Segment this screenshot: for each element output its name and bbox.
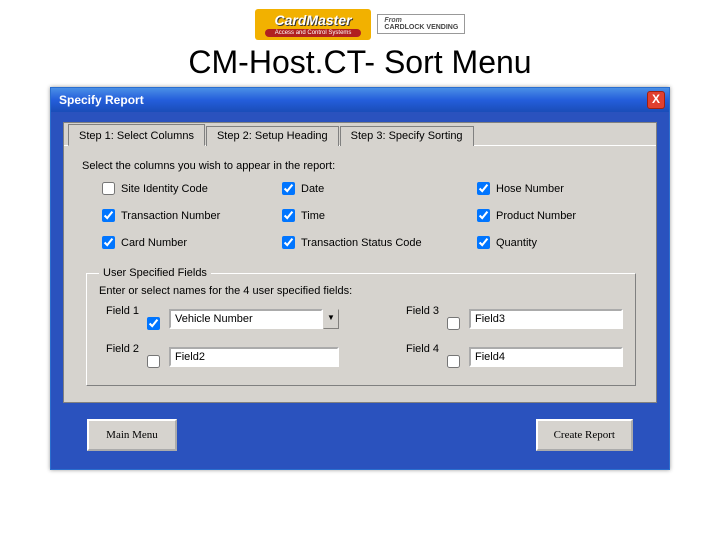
chk-date[interactable]: Date (282, 182, 447, 195)
chk-transaction-number[interactable]: Transaction Number (102, 209, 252, 222)
tab-content: Select the columns you wish to appear in… (64, 145, 656, 402)
logo-bar: CardMaster Access and Control Systems Fr… (0, 0, 720, 40)
user-specified-fields: User Specified Fields Enter or select na… (86, 267, 636, 386)
chk-hose-number[interactable]: Hose Number (477, 182, 627, 195)
field4-label: Field 4 (399, 343, 441, 355)
user-fields-prompt: Enter or select names for the 4 user spe… (99, 285, 623, 297)
field4-row: Field 4 (399, 343, 623, 371)
user-fields-legend: User Specified Fields (99, 267, 211, 279)
field2-label: Field 2 (99, 343, 141, 355)
field2-checkbox[interactable] (147, 355, 163, 371)
field1-dropdown-icon[interactable]: ▼ (323, 309, 339, 329)
cardmaster-logo: CardMaster Access and Control Systems (255, 9, 372, 40)
chk-site-identity[interactable]: Site Identity Code (102, 182, 252, 195)
field1-input[interactable] (169, 309, 323, 329)
field1-checkbox[interactable] (147, 317, 163, 333)
cardlock-logo: From CARDLOCK VENDING (377, 14, 465, 34)
cardmaster-logo-sub: Access and Control Systems (265, 29, 362, 37)
titlebar: Specify Report X (51, 88, 669, 112)
window-title: Specify Report (59, 93, 647, 107)
field3-row: Field 3 (399, 305, 623, 333)
field1-row: Field 1 ▼ (99, 305, 339, 333)
specify-report-window: Specify Report X Step 1: Select Columns … (50, 87, 670, 470)
field1-label: Field 1 (99, 305, 141, 317)
field2-row: Field 2 (99, 343, 339, 371)
columns-grid: Site Identity Code Date Hose Number Tran… (102, 182, 638, 249)
field4-input[interactable] (469, 347, 623, 367)
tabs: Step 1: Select Columns Step 2: Setup Hea… (64, 123, 656, 145)
button-row: Main Menu Create Report (63, 403, 657, 457)
chk-transaction-status[interactable]: Transaction Status Code (282, 236, 447, 249)
field2-input[interactable] (169, 347, 339, 367)
tab-setup-heading[interactable]: Step 2: Setup Heading (206, 126, 339, 146)
main-menu-button[interactable]: Main Menu (87, 419, 177, 451)
create-report-button[interactable]: Create Report (536, 419, 633, 451)
tab-panel: Step 1: Select Columns Step 2: Setup Hea… (63, 122, 657, 403)
close-icon[interactable]: X (647, 91, 665, 109)
field3-input[interactable] (469, 309, 623, 329)
field3-label: Field 3 (399, 305, 441, 317)
field3-checkbox[interactable] (447, 317, 463, 333)
page-title: CM-Host.CT- Sort Menu (0, 44, 720, 81)
chk-card-number[interactable]: Card Number (102, 236, 252, 249)
tab-specify-sorting[interactable]: Step 3: Specify Sorting (340, 126, 474, 146)
chk-product-number[interactable]: Product Number (477, 209, 627, 222)
tab-select-columns[interactable]: Step 1: Select Columns (68, 124, 205, 146)
cardmaster-logo-text: CardMaster (275, 12, 352, 28)
chk-time[interactable]: Time (282, 209, 447, 222)
chk-quantity[interactable]: Quantity (477, 236, 627, 249)
select-columns-prompt: Select the columns you wish to appear in… (82, 160, 638, 172)
field4-checkbox[interactable] (447, 355, 463, 371)
